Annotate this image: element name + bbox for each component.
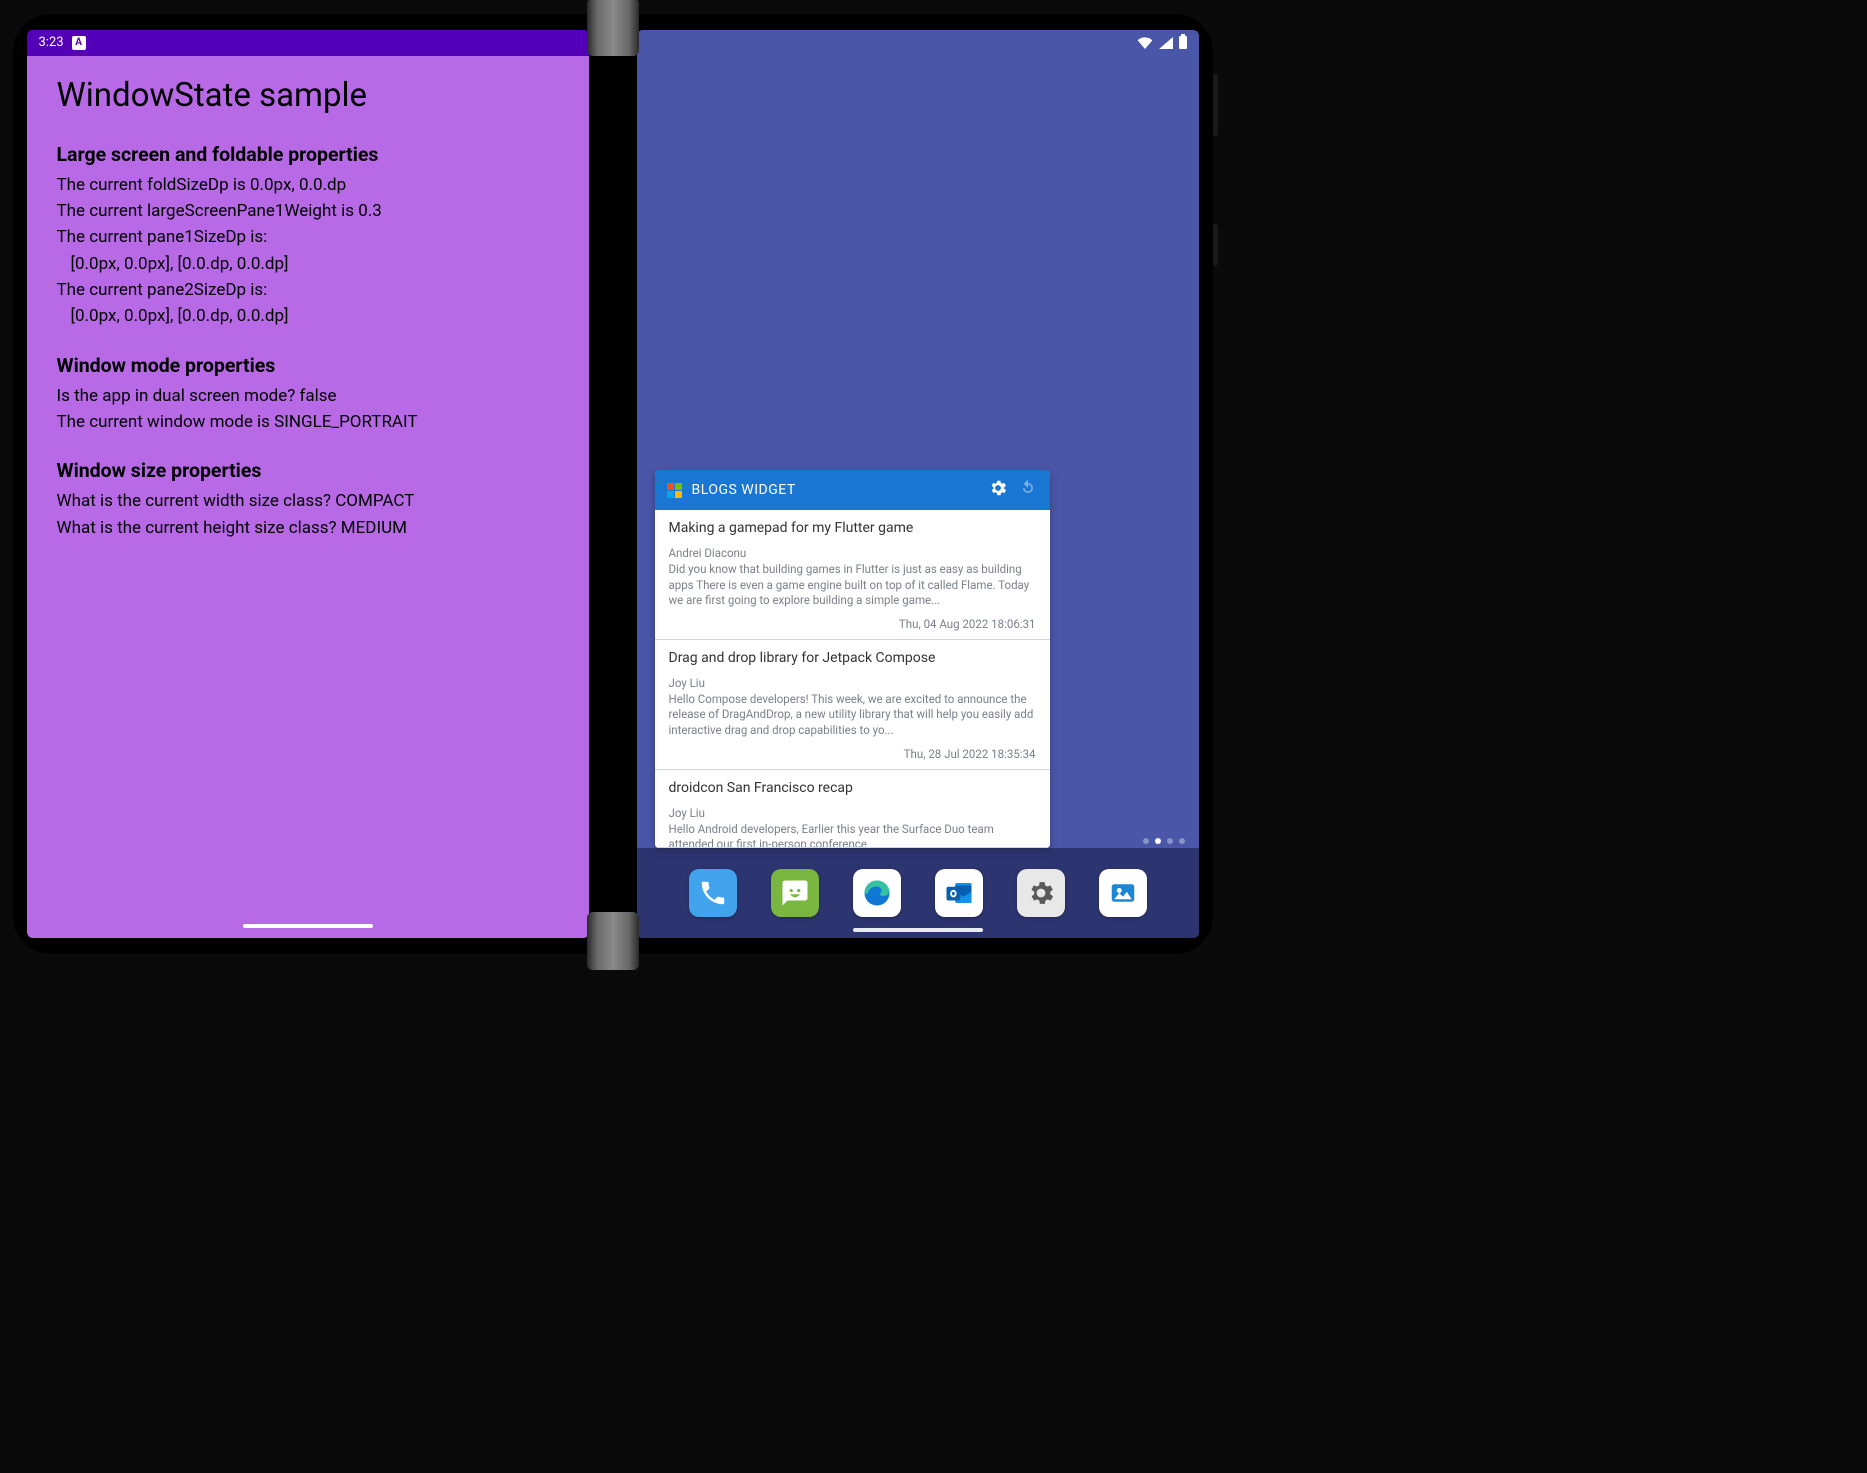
status-bar-left: 3:23 A <box>27 30 589 56</box>
edge-icon <box>862 878 892 908</box>
refresh-icon <box>1018 478 1038 498</box>
battery-icon <box>1179 36 1187 49</box>
prop-widthclass: What is the current width size class? CO… <box>57 488 559 514</box>
app-messages[interactable] <box>771 869 819 917</box>
clock: 3:23 <box>39 35 64 50</box>
post-author: Joy Liu <box>669 676 1036 690</box>
post-author: Joy Liu <box>669 806 1036 820</box>
section-heading-windowmode: Window mode properties <box>57 354 559 377</box>
microsoft-logo-icon <box>667 483 682 498</box>
page-dot[interactable] <box>1143 838 1149 844</box>
prop-foldsize: The current foldSizeDp is 0.0px, 0.0.dp <box>57 172 559 198</box>
left-screen: 3:23 A WindowState sample Large screen a… <box>27 30 589 938</box>
app-phone[interactable] <box>689 869 737 917</box>
widget-settings-button[interactable] <box>988 478 1008 502</box>
prop-dualscreen: Is the app in dual screen mode? false <box>57 383 559 409</box>
app-settings[interactable] <box>1017 869 1065 917</box>
page-title: WindowState sample <box>57 76 559 115</box>
launcher-area[interactable]: BLOGS WIDGET Making a gamepad for my Flu… <box>637 56 1199 848</box>
gear-icon <box>1026 878 1056 908</box>
signal-icon <box>1159 37 1173 49</box>
widget-post[interactable]: Drag and drop library for Jetpack Compos… <box>655 640 1050 770</box>
post-date: Thu, 28 Jul 2022 18:35:34 <box>669 747 1036 761</box>
dock <box>637 848 1199 938</box>
phone-icon <box>698 878 728 908</box>
page-dot[interactable] <box>1167 838 1173 844</box>
widget-header: BLOGS WIDGET <box>655 470 1050 510</box>
section-heading-windowsize: Window size properties <box>57 459 559 482</box>
post-date: Thu, 04 Aug 2022 18:06:31 <box>669 617 1036 631</box>
post-body: Hello Android developers, Earlier this y… <box>669 822 1036 848</box>
post-title: droidcon San Francisco recap <box>669 780 1036 796</box>
prop-pane2size-value: [0.0px, 0.0px], [0.0.dp, 0.0.dp] <box>57 303 559 329</box>
prop-heightclass: What is the current height size class? M… <box>57 515 559 541</box>
app-outlook[interactable] <box>935 869 983 917</box>
prop-pane1weight: The current largeScreenPane1Weight is 0.… <box>57 198 559 224</box>
post-title: Making a gamepad for my Flutter game <box>669 520 1036 536</box>
message-icon <box>780 878 810 908</box>
device-frame: 3:23 A WindowState sample Large screen a… <box>13 14 1213 954</box>
post-body: Did you know that building games in Flut… <box>669 562 1036 609</box>
prop-pane1size-label: The current pane1SizeDp is: <box>57 224 559 250</box>
widget-title: BLOGS WIDGET <box>692 482 796 498</box>
app-edge[interactable] <box>853 869 901 917</box>
post-author: Andrei Diaconu <box>669 546 1036 560</box>
wifi-icon <box>1137 37 1153 49</box>
right-screen: BLOGS WIDGET Making a gamepad for my Flu… <box>637 30 1199 938</box>
photos-icon <box>1108 878 1138 908</box>
prop-pane2size-label: The current pane2SizeDp is: <box>57 277 559 303</box>
widget-post[interactable]: droidcon San Francisco recap Joy Liu Hel… <box>655 770 1050 848</box>
outlook-icon <box>944 878 974 908</box>
gear-icon <box>988 478 1008 498</box>
widget-post[interactable]: Making a gamepad for my Flutter game And… <box>655 510 1050 640</box>
page-dot[interactable] <box>1179 838 1185 844</box>
page-dot[interactable] <box>1155 838 1161 844</box>
page-indicator[interactable] <box>1143 838 1185 844</box>
app-photos[interactable] <box>1099 869 1147 917</box>
hinge-top <box>587 0 639 56</box>
nav-handle-left[interactable] <box>243 924 373 928</box>
post-body: Hello Compose developers! This week, we … <box>669 692 1036 739</box>
hinge-bottom <box>587 912 639 970</box>
blogs-widget[interactable]: BLOGS WIDGET Making a gamepad for my Flu… <box>655 470 1050 847</box>
widget-refresh-button[interactable] <box>1018 478 1038 502</box>
post-title: Drag and drop library for Jetpack Compos… <box>669 650 1036 666</box>
nav-handle-right[interactable] <box>853 928 983 932</box>
app-content: WindowState sample Large screen and fold… <box>27 56 589 938</box>
keyboard-icon: A <box>72 36 86 50</box>
power-button[interactable] <box>1213 74 1218 136</box>
prop-windowmode: The current window mode is SINGLE_PORTRA… <box>57 409 559 435</box>
volume-button[interactable] <box>1213 224 1218 266</box>
section-heading-foldable: Large screen and foldable properties <box>57 143 559 166</box>
prop-pane1size-value: [0.0px, 0.0px], [0.0.dp, 0.0.dp] <box>57 251 559 277</box>
status-bar-right <box>637 30 1199 56</box>
